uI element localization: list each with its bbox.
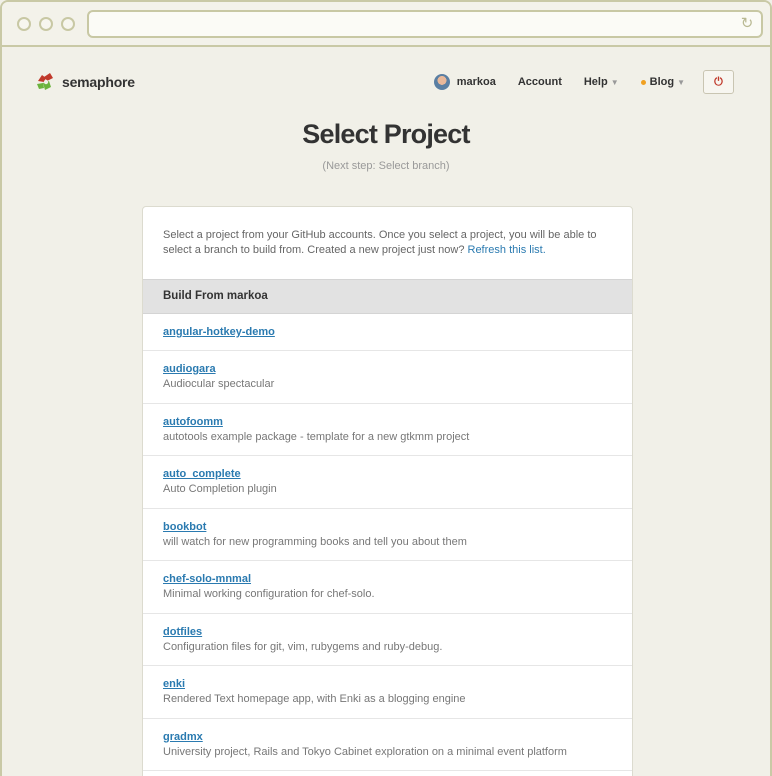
project-row[interactable]: chef-solo-mnmal Minimal working configura… bbox=[143, 561, 632, 614]
account-link[interactable]: Account bbox=[518, 76, 562, 88]
blog-label: Blog bbox=[649, 76, 675, 88]
project-description: Audiocular spectacular bbox=[163, 378, 275, 390]
project-row[interactable]: audiogara Audiocular spectacular bbox=[143, 351, 632, 404]
power-icon: ⏻ bbox=[714, 76, 723, 88]
project-name-link[interactable]: auto_complete bbox=[163, 467, 612, 481]
user-menu[interactable]: markoa bbox=[433, 74, 496, 90]
project-name-link[interactable]: gradmx bbox=[163, 730, 612, 744]
project-description: Rendered Text homepage app, with Enki as… bbox=[163, 693, 466, 705]
project-row[interactable]: bookbot will watch for new programming bo… bbox=[143, 509, 632, 561]
project-name-link[interactable]: angular-hotkey-demo bbox=[163, 325, 612, 339]
brand-name: semaphore bbox=[62, 74, 135, 90]
project-row[interactable]: autofoomm autotools example package - tem… bbox=[143, 404, 632, 456]
project-name-link[interactable]: autofoomm bbox=[163, 415, 612, 429]
intro-text: Select a project from your GitHub accoun… bbox=[143, 207, 632, 279]
top-nav: semaphore markoa Account Help ▼ Blog ▼ ⏻ bbox=[2, 62, 770, 102]
page-subtitle: (Next step: Select branch) bbox=[322, 160, 450, 172]
account-label: Account bbox=[517, 76, 562, 88]
project-name-link[interactable]: audiogara bbox=[163, 362, 612, 376]
help-menu[interactable]: Help ▼ bbox=[584, 76, 619, 88]
project-description: autotools example package - template for… bbox=[163, 430, 470, 443]
project-name-link[interactable]: chef-solo-mnmal bbox=[163, 572, 612, 586]
reload-icon[interactable]: ↻ bbox=[739, 16, 755, 32]
brand-logo[interactable]: semaphore bbox=[35, 71, 135, 93]
window-close-button[interactable] bbox=[17, 17, 31, 31]
browser-window: ↻ semaphore markoa Account Help ▼ Blog ▼… bbox=[0, 0, 772, 776]
project-description: University project, Rails and Tokyo Cabi… bbox=[163, 745, 567, 758]
blog-menu[interactable]: Blog ▼ bbox=[640, 76, 685, 88]
project-name-link[interactable]: bookbot bbox=[163, 520, 612, 534]
project-row[interactable]: gradmx University project, Rails and Toky… bbox=[143, 719, 632, 771]
window-minimize-button[interactable] bbox=[39, 17, 53, 31]
chevron-down-icon: ▼ bbox=[677, 77, 685, 87]
window-maximize-button[interactable] bbox=[61, 17, 75, 31]
help-label: Help bbox=[583, 76, 608, 88]
project-list: angular-hotkey-demo audiogara Audiocular s… bbox=[143, 314, 632, 771]
avatar bbox=[433, 74, 450, 90]
project-description: will watch for new programming books and… bbox=[163, 535, 467, 548]
page-title: Select Project bbox=[302, 119, 470, 149]
project-description: Minimal working configuration for chef-s… bbox=[163, 588, 375, 600]
project-name-link[interactable]: dotfiles bbox=[163, 625, 612, 639]
browser-chrome: ↻ bbox=[2, 2, 770, 47]
semaphore-logo-icon bbox=[37, 73, 53, 90]
nav-menu: markoa Account Help ▼ Blog ▼ ⏻ bbox=[433, 70, 734, 94]
chevron-down-icon: ▼ bbox=[610, 77, 619, 87]
refresh-link[interactable]: Refresh this list. bbox=[468, 244, 546, 256]
project-description: Configuration files for git, vim, rubyge… bbox=[163, 640, 443, 653]
project-name-link[interactable]: enki bbox=[163, 677, 612, 691]
logout-button[interactable]: ⏻ bbox=[703, 70, 734, 94]
username-label: markoa bbox=[456, 76, 496, 88]
project-row[interactable]: angular-hotkey-demo bbox=[143, 314, 632, 351]
section-header: Build From markoa bbox=[143, 279, 632, 314]
project-description: Auto Completion plugin bbox=[163, 483, 277, 495]
project-row[interactable]: enki Rendered Text homepage app, with Enk… bbox=[143, 666, 632, 719]
address-bar[interactable]: ↻ bbox=[87, 10, 763, 38]
notification-dot bbox=[640, 79, 646, 85]
project-row[interactable]: auto_complete Auto Completion plugin bbox=[143, 456, 632, 509]
project-list-panel: Select a project from your GitHub accoun… bbox=[142, 206, 633, 776]
project-row[interactable]: dotfiles Configuration files for git, vim… bbox=[143, 614, 632, 666]
